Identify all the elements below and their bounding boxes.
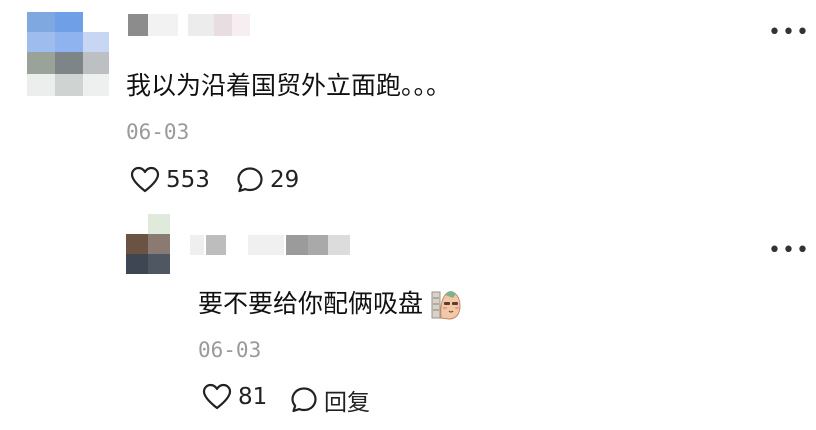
speech-bubble-icon <box>291 387 317 413</box>
reply-more-options-button[interactable]: ••• <box>768 240 810 262</box>
more-dots-icon: ••• <box>768 20 810 45</box>
comment-text: 我以为沿着国贸外立面跑。。。 <box>126 71 452 100</box>
reply-text-content: 要不要给你配俩吸盘 <box>198 289 424 318</box>
reply-label: 回复 <box>324 390 370 416</box>
heart-icon <box>202 383 232 410</box>
heart-icon <box>130 166 160 193</box>
reply-button[interactable]: 回复 <box>290 383 370 417</box>
comment-date: 06-03 <box>126 120 190 144</box>
like-button[interactable]: 553 <box>130 166 210 194</box>
reply-count-button[interactable]: 29 <box>236 166 299 194</box>
avatar[interactable] <box>27 12 109 96</box>
more-options-button[interactable]: ••• <box>768 22 810 44</box>
reply-avatar[interactable] <box>126 214 170 274</box>
more-dots-icon: ••• <box>768 238 810 263</box>
speech-bubble-icon <box>237 167 263 193</box>
reply-like-button[interactable]: 81 <box>202 383 267 411</box>
reply-count: 29 <box>270 167 300 193</box>
sticker-emoji <box>431 291 461 320</box>
username[interactable] <box>128 14 250 36</box>
like-count: 553 <box>166 167 210 193</box>
reply-date: 06-03 <box>198 338 262 362</box>
reply-like-count: 81 <box>238 384 268 410</box>
reply-username[interactable] <box>190 235 350 255</box>
reply-text: 要不要给你配俩吸盘 <box>198 284 461 322</box>
